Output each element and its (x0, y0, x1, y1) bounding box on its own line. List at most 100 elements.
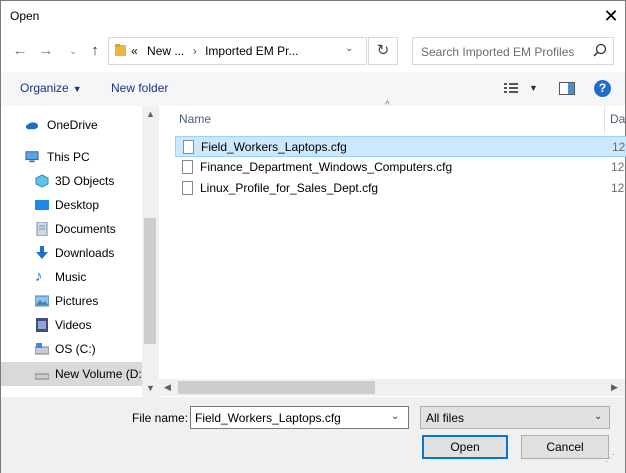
pictures-icon (35, 295, 49, 307)
file-date: 12- (611, 181, 626, 195)
close-icon[interactable]: ✕ (597, 5, 625, 27)
organize-label: Organize (20, 81, 69, 95)
sidebar-item-documents[interactable]: Documents (1, 218, 142, 240)
address-dropdown-chevron-icon[interactable]: ⌄ (345, 43, 353, 54)
sidebar-item-label: OneDrive (47, 118, 98, 132)
file-type-select[interactable]: All files ⌄ (420, 406, 610, 429)
up-arrow-icon[interactable]: ↑ (85, 41, 105, 61)
resize-grip-icon[interactable]: ⋰ (605, 453, 615, 464)
file-name: Field_Workers_Laptops.cfg (201, 140, 347, 154)
open-button[interactable]: Open (422, 435, 508, 459)
search-box[interactable]: Search Imported EM Profiles (412, 37, 614, 65)
breadcrumb-item[interactable]: Imported EM Pr... (205, 44, 298, 58)
sidebar-item-os-c[interactable]: OS (C:) (1, 338, 142, 360)
breadcrumb-overflow[interactable]: « (131, 44, 138, 58)
address-bar[interactable]: « New ... › Imported EM Pr... ⌄ (108, 37, 367, 65)
sidebar-item-label: Downloads (55, 246, 115, 260)
back-arrow-icon[interactable]: ← (10, 41, 30, 61)
title-bar: Open ✕ (1, 1, 625, 32)
search-icon[interactable] (593, 43, 607, 57)
drive-icon (35, 343, 49, 355)
open-dialog: Open ✕ ← → ⌄ ↑ « New ... › Imported EM P… (0, 0, 626, 473)
file-name-value[interactable]: Field_Workers_Laptops.cfg (195, 411, 341, 425)
scroll-right-arrow-icon[interactable]: ▶ (611, 382, 618, 393)
sort-ascending-icon: ^ (385, 100, 390, 111)
navigation-bar: ← → ⌄ ↑ « New ... › Imported EM Pr... ⌄ … (1, 32, 625, 72)
sidebar-scroll-thumb[interactable] (144, 218, 156, 344)
scroll-up-arrow-icon[interactable]: ▲ (146, 109, 155, 119)
download-icon (36, 246, 48, 259)
new-folder-button[interactable]: New folder (111, 81, 168, 95)
horizontal-scroll-thumb[interactable] (178, 381, 375, 394)
file-row[interactable]: Finance_Department_Windows_Computers.cfg… (175, 157, 626, 178)
sidebar-item-desktop[interactable]: Desktop (1, 194, 142, 216)
sidebar-item-label: 3D Objects (55, 174, 115, 188)
recent-locations-chevron-icon[interactable]: ⌄ (63, 41, 83, 61)
drive-icon (35, 373, 49, 380)
navigation-pane: OneDrive This PC 3D Objects Desktop Docu… (1, 106, 158, 397)
documents-icon (36, 222, 48, 236)
sidebar-item-label: Pictures (55, 294, 99, 308)
file-name: Linux_Profile_for_Sales_Dept.cfg (200, 181, 379, 195)
sidebar-item-label: This PC (47, 150, 90, 164)
file-list-horizontal-scrollbar[interactable]: ◀ ▶ (159, 379, 625, 396)
sidebar-item-videos[interactable]: Videos (1, 314, 142, 336)
scroll-left-arrow-icon[interactable]: ◀ (164, 382, 171, 393)
file-date: 12- (611, 160, 626, 174)
sidebar-item-label: OS (C:) (55, 342, 96, 356)
sidebar-item-3d-objects[interactable]: 3D Objects (1, 170, 142, 192)
view-list-icon[interactable] (504, 82, 518, 94)
column-header-name[interactable]: Name (179, 112, 211, 126)
column-divider[interactable] (604, 106, 605, 134)
column-header-date[interactable]: Dat (610, 112, 626, 126)
breadcrumb-separator-icon[interactable]: › (193, 44, 197, 58)
sidebar-scrollbar[interactable]: ▲ ▼ (142, 106, 158, 397)
file-list: ^ Name Dat Field_Workers_Laptops.cfg 12-… (159, 100, 626, 397)
file-icon (183, 140, 194, 154)
organize-caret-icon: ▼ (72, 84, 82, 94)
cancel-button[interactable]: Cancel (521, 435, 609, 459)
sidebar-item-pictures[interactable]: Pictures (1, 290, 142, 312)
search-placeholder[interactable]: Search Imported EM Profiles (421, 45, 574, 59)
refresh-icon[interactable]: ↻ (368, 37, 398, 65)
preview-pane-icon[interactable] (559, 82, 575, 95)
file-type-value: All files (426, 411, 465, 425)
file-row[interactable]: Field_Workers_Laptops.cfg 12- (175, 136, 626, 157)
sidebar-item-music[interactable]: ♪ Music (1, 266, 142, 288)
forward-arrow-icon[interactable]: → (36, 41, 56, 61)
sidebar-item-label: Documents (55, 222, 116, 236)
music-icon: ♪ (35, 268, 43, 285)
file-icon (182, 181, 193, 195)
file-type-dropdown-chevron-icon[interactable]: ⌄ (594, 411, 602, 422)
file-row[interactable]: Linux_Profile_for_Sales_Dept.cfg 12- (175, 178, 626, 199)
command-toolbar: Organize ▼ New folder ▼ ? (1, 72, 625, 106)
sidebar-item-label: Videos (55, 318, 92, 332)
file-icon (182, 160, 193, 174)
file-date: 12- (612, 140, 626, 154)
view-dropdown-caret-icon[interactable]: ▼ (529, 83, 538, 93)
desktop-icon (35, 200, 49, 210)
scroll-down-arrow-icon[interactable]: ▼ (146, 383, 155, 393)
sidebar-item-onedrive[interactable]: OneDrive (1, 114, 142, 136)
folder-icon (115, 44, 126, 56)
sidebar-item-downloads[interactable]: Downloads (1, 242, 142, 264)
breadcrumb-item[interactable]: New ... (147, 44, 184, 58)
sidebar-item-label: Music (55, 270, 87, 284)
sidebar-item-new-volume-d[interactable]: New Volume (D: (1, 362, 142, 386)
sidebar-item-this-pc[interactable]: This PC (1, 146, 142, 168)
cube-icon (35, 174, 49, 188)
cloud-icon (25, 122, 39, 130)
breadcrumb: « New ... › Imported EM Pr... (131, 44, 298, 58)
organize-button[interactable]: Organize ▼ (20, 81, 82, 95)
dialog-footer: File name: Field_Workers_Laptops.cfg ⌄ A… (1, 397, 625, 473)
sidebar-item-label: New Volume (D: (55, 367, 142, 381)
file-name: Finance_Department_Windows_Computers.cfg (200, 160, 453, 174)
file-name-label: File name: (132, 411, 189, 425)
window-title: Open (10, 9, 40, 23)
sidebar-item-label: Desktop (55, 198, 100, 212)
help-icon[interactable]: ? (594, 80, 611, 97)
file-name-combobox[interactable]: Field_Workers_Laptops.cfg ⌄ (190, 406, 409, 429)
videos-icon (36, 318, 48, 332)
file-name-dropdown-chevron-icon[interactable]: ⌄ (391, 411, 399, 422)
computer-icon (25, 151, 39, 163)
